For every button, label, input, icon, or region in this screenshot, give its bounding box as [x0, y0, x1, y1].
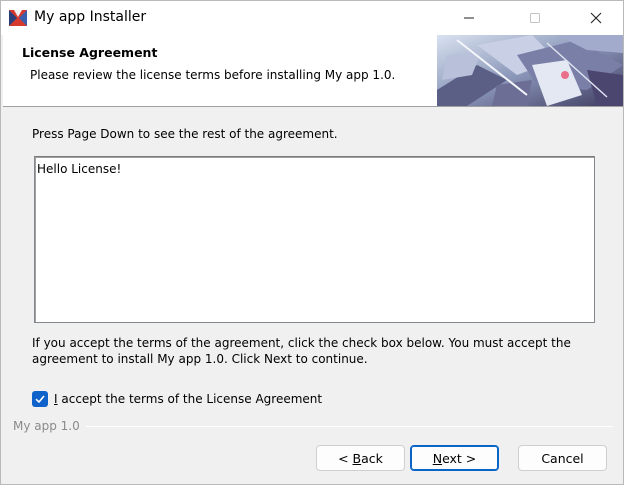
- installer-app-icon: [8, 8, 28, 28]
- header-banner-image: [437, 35, 623, 106]
- page-title: License Agreement: [22, 45, 158, 60]
- back-button[interactable]: < Back: [316, 445, 405, 471]
- window-title: My app Installer: [34, 9, 147, 25]
- back-label-rest: ack: [361, 450, 383, 466]
- cancel-label: Cancel: [541, 450, 584, 466]
- cancel-button[interactable]: Cancel: [518, 445, 607, 471]
- minimize-icon: [464, 17, 474, 19]
- accept-checkbox-row[interactable]: I accept the terms of the License Agreem…: [32, 391, 322, 407]
- branding-footer: My app 1.0: [13, 419, 613, 433]
- maximize-button: [512, 1, 558, 35]
- installer-window: My app Installer License Agreement Pleas…: [0, 0, 624, 485]
- back-label-prefix: <: [338, 450, 353, 466]
- close-button[interactable]: [573, 1, 619, 35]
- page-header: License Agreement Please review the lice…: [3, 35, 623, 107]
- license-text: Hello License!: [37, 162, 122, 176]
- instruction-text: Press Page Down to see the rest of the a…: [32, 127, 338, 141]
- accept-checkbox[interactable]: [32, 391, 48, 407]
- content-area: Press Page Down to see the rest of the a…: [3, 108, 623, 484]
- branding-text: My app 1.0: [13, 419, 80, 433]
- checkmark-icon: [35, 395, 45, 404]
- page-subtitle: Please review the license terms before i…: [30, 68, 396, 82]
- license-text-box[interactable]: Hello License!: [34, 156, 595, 323]
- title-bar[interactable]: My app Installer: [1, 1, 623, 35]
- accept-label-rest: accept the terms of the License Agreemen…: [57, 392, 323, 406]
- accept-checkbox-label[interactable]: I accept the terms of the License Agreem…: [54, 392, 322, 406]
- back-label-accel: B: [352, 450, 362, 466]
- close-icon: [590, 12, 602, 24]
- next-label-accel: N: [432, 450, 443, 466]
- next-label-rest: ext >: [442, 450, 477, 466]
- next-button[interactable]: Next >: [410, 445, 499, 471]
- maximize-icon: [530, 13, 540, 23]
- footer-divider: [85, 425, 613, 427]
- minimize-button[interactable]: [446, 1, 492, 35]
- accept-instructions: If you accept the terms of the agreement…: [32, 336, 571, 366]
